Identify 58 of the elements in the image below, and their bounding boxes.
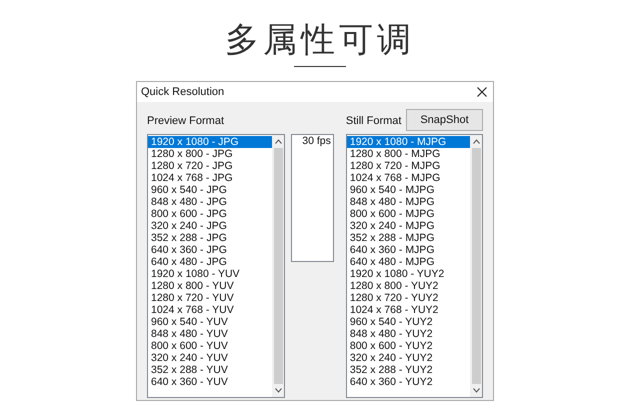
format-option[interactable]: 320 x 240 - YUY2 (346, 352, 470, 364)
format-option[interactable]: 1024 x 768 - JPG (148, 172, 272, 184)
still-format-label: Still Format (346, 115, 402, 127)
format-option[interactable]: 848 x 480 - YUV (148, 328, 272, 340)
format-option[interactable]: 1920 x 1080 - YUV (148, 268, 272, 280)
format-option[interactable]: 960 x 540 - MJPG (346, 184, 470, 196)
snapshot-button[interactable]: SnapShot (406, 109, 483, 131)
format-option[interactable]: 352 x 288 - MJPG (346, 232, 470, 244)
format-option[interactable]: 800 x 600 - YUV (148, 340, 272, 352)
format-option[interactable]: 1920 x 1080 - YUY2 (346, 268, 470, 280)
format-option[interactable]: 352 x 288 - JPG (148, 232, 272, 244)
format-option[interactable]: 800 x 600 - YUY2 (346, 340, 470, 352)
format-option[interactable]: 1024 x 768 - MJPG (346, 172, 470, 184)
format-option[interactable]: 960 x 540 - YUY2 (346, 316, 470, 328)
format-option[interactable]: 848 x 480 - JPG (148, 196, 272, 208)
format-option[interactable]: 352 x 288 - YUY2 (346, 364, 470, 376)
format-option[interactable]: 1280 x 720 - MJPG (346, 160, 470, 172)
scrollbar[interactable] (470, 135, 482, 397)
frame-rate-option[interactable]: 30 fps (292, 135, 333, 147)
scroll-down-icon[interactable] (472, 388, 480, 393)
format-option[interactable]: 352 x 288 - YUV (148, 364, 272, 376)
format-option[interactable]: 1280 x 800 - YUY2 (346, 280, 470, 292)
preview-format-list[interactable] (147, 134, 286, 398)
format-option[interactable]: 320 x 240 - JPG (148, 220, 272, 232)
format-option[interactable]: 1920 x 1080 - JPG (148, 136, 272, 148)
window-title: Quick Resolution (141, 86, 224, 98)
format-option[interactable]: 800 x 600 - JPG (148, 208, 272, 220)
format-option[interactable]: 1280 x 800 - MJPG (346, 148, 470, 160)
format-option[interactable]: 640 x 360 - JPG (148, 244, 272, 256)
format-option[interactable]: 1280 x 720 - YUY2 (346, 292, 470, 304)
scroll-up-icon[interactable] (472, 139, 480, 144)
format-option[interactable]: 960 x 540 - JPG (148, 184, 272, 196)
format-option[interactable]: 640 x 360 - YUY2 (346, 376, 470, 388)
format-option[interactable]: 1024 x 768 - YUY2 (346, 304, 470, 316)
scrollbar[interactable] (272, 135, 284, 397)
scroll-up-icon[interactable] (274, 139, 282, 144)
format-option[interactable]: 1280 x 800 - JPG (148, 148, 272, 160)
preview-format-label: Preview Format (147, 115, 224, 127)
format-option[interactable]: 1920 x 1080 - MJPG (346, 136, 470, 148)
format-option[interactable]: 640 x 360 - MJPG (346, 244, 470, 256)
format-option[interactable]: 320 x 240 - YUV (148, 352, 272, 364)
format-option[interactable]: 320 x 240 - MJPG (346, 220, 470, 232)
format-option[interactable]: 640 x 480 - JPG (148, 256, 272, 268)
format-option[interactable]: 800 x 600 - MJPG (346, 208, 470, 220)
page-heading: 多属性可调 (225, 19, 415, 62)
format-option[interactable]: 1280 x 800 - YUV (148, 280, 272, 292)
format-option[interactable]: 1024 x 768 - YUV (148, 304, 272, 316)
still-format-list[interactable] (346, 134, 483, 398)
format-option[interactable]: 640 x 360 - YUV (148, 376, 272, 388)
format-option[interactable]: 960 x 540 - YUV (148, 316, 272, 328)
format-option[interactable]: 848 x 480 - MJPG (346, 196, 470, 208)
frame-rate-list[interactable]: 30 fps (291, 134, 334, 262)
format-option[interactable]: 1280 x 720 - YUV (148, 292, 272, 304)
format-option[interactable]: 1280 x 720 - JPG (148, 160, 272, 172)
scroll-down-icon[interactable] (274, 388, 282, 393)
close-icon[interactable] (477, 87, 487, 97)
format-option[interactable]: 848 x 480 - YUY2 (346, 328, 470, 340)
format-option[interactable]: 640 x 480 - MJPG (346, 256, 470, 268)
